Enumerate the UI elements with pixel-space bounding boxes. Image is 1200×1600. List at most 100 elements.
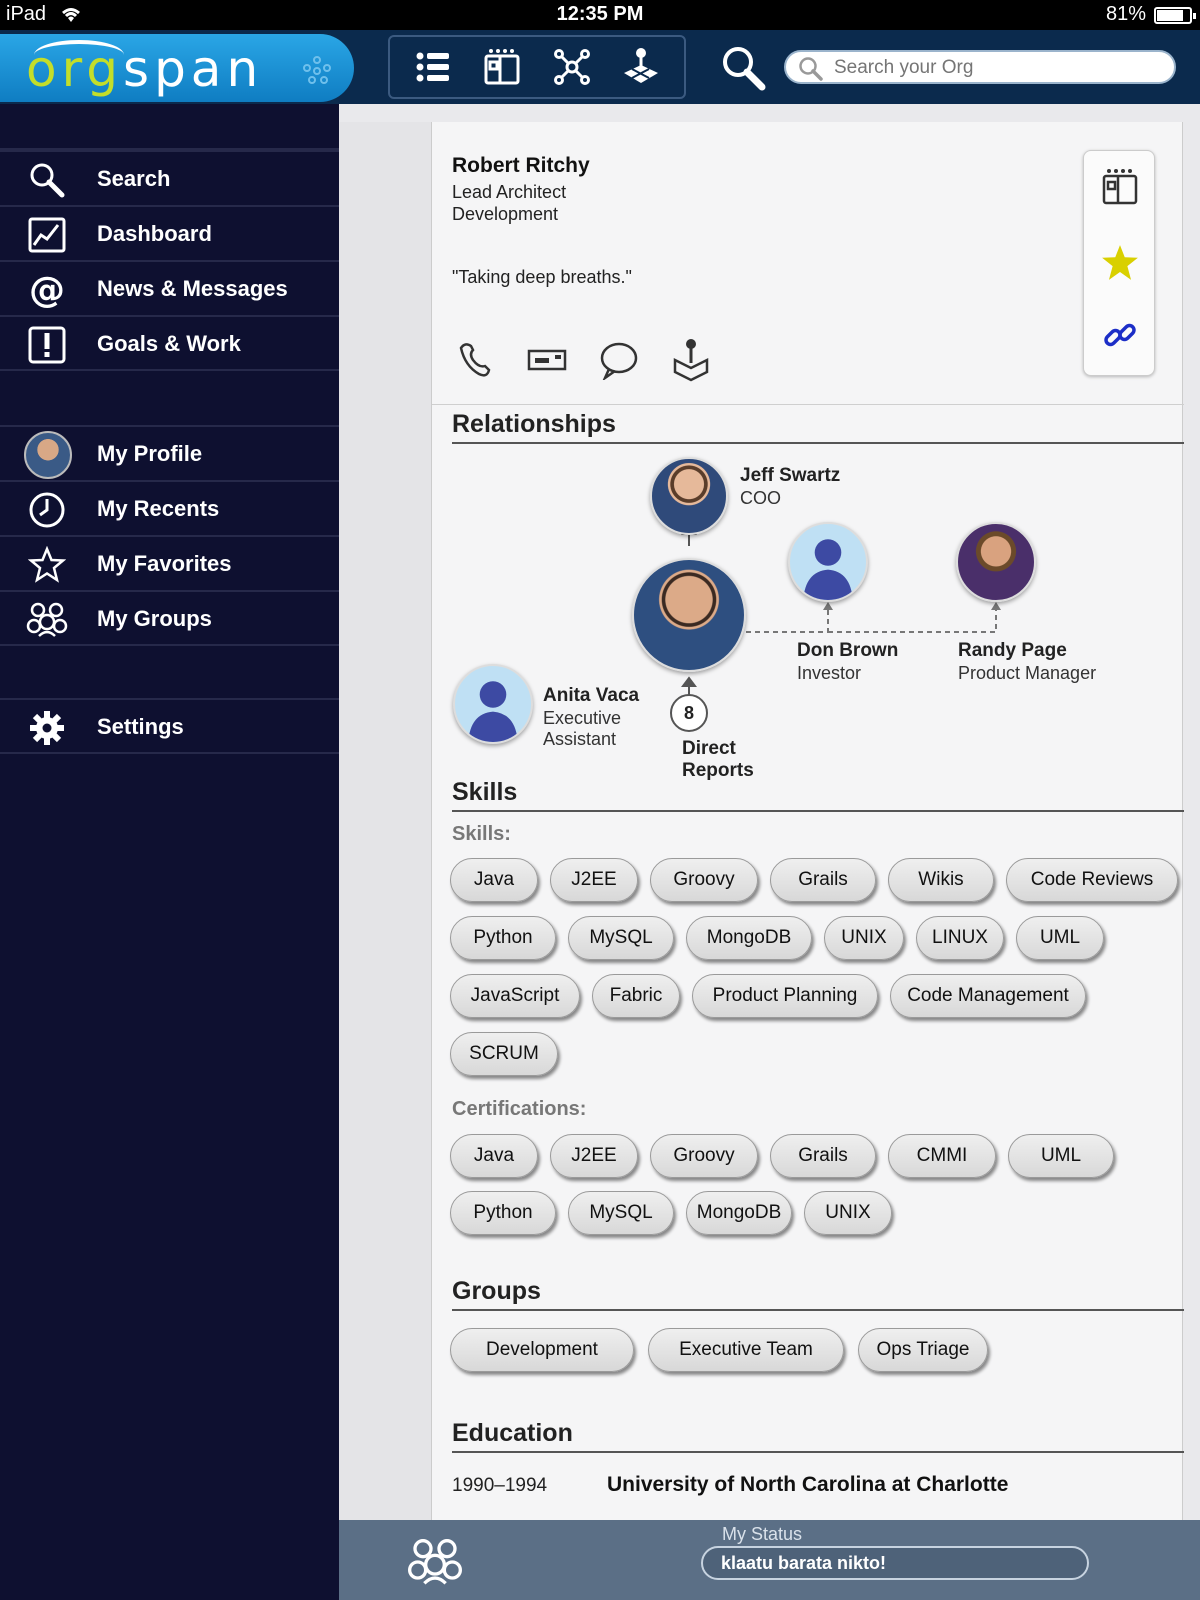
sidebar-item-settings[interactable]: Settings	[0, 698, 339, 752]
search-input[interactable]	[834, 54, 1164, 82]
profile-card: Robert Ritchy Lead Architect Development…	[431, 122, 1184, 1520]
manager-avatar	[650, 457, 728, 535]
peer-name: Randy Page	[958, 640, 1067, 661]
assistant-title: Assistant	[543, 729, 617, 749]
sidebar-item-goals[interactable]: Goals & Work	[0, 315, 339, 369]
assistant-avatar	[453, 664, 533, 744]
sidebar-item-news[interactable]: @ News & Messages	[0, 260, 339, 314]
sidebar-item-dashboard[interactable]: Dashboard	[0, 205, 339, 259]
education-title: Education	[452, 1419, 573, 1447]
tag-chip[interactable]: UNIX	[824, 916, 904, 960]
my-status-field[interactable]: klaatu barata nikto!	[701, 1546, 1089, 1580]
profile-name: Robert Ritchy	[452, 154, 590, 177]
sidebar-item-label: My Recents	[97, 496, 220, 521]
tag-chip[interactable]: Executive Team	[648, 1328, 844, 1372]
skills-title: Skills	[452, 778, 518, 806]
profile-side-actions	[1083, 150, 1155, 376]
battery-percent: 81%	[1105, 3, 1146, 25]
star-icon	[26, 544, 68, 586]
peer-avatar	[788, 522, 868, 602]
sidebar-item-label: News & Messages	[97, 276, 288, 301]
location-icon[interactable]	[668, 337, 714, 383]
tag-chip[interactable]: Java	[450, 858, 538, 902]
tag-chip[interactable]: JavaScript	[450, 974, 580, 1018]
favorite-star-icon[interactable]	[1096, 239, 1144, 287]
sidebar-divider	[0, 644, 339, 646]
tag-chip[interactable]: Java	[450, 1134, 538, 1178]
main-content: Robert Ritchy Lead Architect Development…	[339, 104, 1200, 1520]
ios-status-bar: iPad 12:35 PM 81%	[0, 0, 1200, 30]
battery-icon	[1154, 7, 1196, 24]
peer-title: Investor	[797, 663, 862, 683]
list-peek-strip	[339, 122, 431, 1520]
tag-chip[interactable]: Groovy	[650, 858, 758, 902]
tag-chip[interactable]: Python	[450, 1191, 556, 1235]
sidebar-nav: Search Dashboard @ News & Messages Goals…	[0, 104, 339, 1600]
sidebar-item-my-recents[interactable]: My Recents	[0, 480, 339, 534]
tag-chip[interactable]: J2EE	[550, 858, 638, 902]
sidebar-item-label: Settings	[97, 714, 184, 739]
relationships-title: Relationships	[452, 410, 616, 438]
sidebar-item-my-profile[interactable]: My Profile	[0, 425, 339, 479]
tag-chip[interactable]: Ops Triage	[858, 1328, 988, 1372]
tag-chip[interactable]: Grails	[770, 858, 876, 902]
email-icon[interactable]	[524, 337, 570, 383]
logo-network-icon	[303, 56, 331, 84]
view-switcher	[388, 35, 686, 99]
my-status-label: My Status	[722, 1524, 803, 1544]
card-view-icon[interactable]	[478, 43, 526, 91]
sidebar-item-label: My Favorites	[97, 551, 232, 576]
clock-icon	[26, 489, 68, 531]
tag-chip[interactable]: MongoDB	[686, 1191, 792, 1235]
link-icon[interactable]	[1096, 311, 1144, 359]
exclamation-icon	[26, 324, 68, 366]
tag-chip[interactable]: Fabric	[592, 974, 680, 1018]
at-icon: @	[26, 269, 68, 311]
search-field-icon	[799, 57, 823, 81]
tag-chip[interactable]: Python	[450, 916, 556, 960]
assistant-name: Anita Vaca	[543, 685, 640, 706]
sidebar-item-my-groups[interactable]: My Groups	[0, 590, 339, 644]
list-view-icon[interactable]	[409, 43, 457, 91]
tag-chip[interactable]: Code Reviews	[1006, 858, 1178, 902]
tag-chip[interactable]: Product Planning	[692, 974, 878, 1018]
chat-icon[interactable]	[596, 337, 642, 383]
tag-chip[interactable]: Code Management	[890, 974, 1086, 1018]
tag-chip[interactable]: UML	[1008, 1134, 1114, 1178]
sidebar-item-my-favorites[interactable]: My Favorites	[0, 535, 339, 589]
card-icon[interactable]	[1096, 163, 1144, 211]
assistant-title: Executive	[543, 708, 622, 728]
sidebar-divider	[0, 369, 339, 371]
tag-chip[interactable]: UML	[1016, 916, 1104, 960]
tag-chip[interactable]: MongoDB	[686, 916, 812, 960]
tag-chip[interactable]: SCRUM	[450, 1032, 558, 1076]
sidebar-item-search[interactable]: Search	[0, 150, 339, 204]
tag-chip[interactable]: Development	[450, 1328, 634, 1372]
groups-icon[interactable]	[407, 1534, 463, 1590]
map-view-icon[interactable]	[617, 43, 665, 91]
tag-chip[interactable]: Wikis	[888, 858, 994, 902]
phone-icon[interactable]	[452, 337, 498, 383]
tag-chip[interactable]: MySQL	[568, 916, 674, 960]
tag-chip[interactable]: MySQL	[568, 1191, 674, 1235]
tag-chip[interactable]: Grails	[770, 1134, 876, 1178]
section-rule	[452, 1309, 1184, 1311]
search-icon	[26, 159, 68, 201]
education-school: University of North Carolina at Charlott…	[607, 1473, 1009, 1496]
peer-avatar	[956, 522, 1036, 602]
manager-name: Jeff Swartz	[740, 465, 841, 486]
sidebar-item-label: Search	[97, 166, 171, 191]
tag-chip[interactable]: J2EE	[550, 1134, 638, 1178]
sidebar-item-label: Goals & Work	[97, 331, 241, 356]
current-person-avatar	[632, 558, 746, 672]
tag-chip[interactable]: LINUX	[916, 916, 1004, 960]
search-field[interactable]	[784, 50, 1176, 84]
manager-title: COO	[740, 488, 782, 508]
tag-chip[interactable]: UNIX	[804, 1191, 892, 1235]
sidebar-divider	[0, 752, 339, 754]
groups-icon	[26, 599, 68, 641]
network-view-icon[interactable]	[548, 43, 596, 91]
toolbar-search-icon[interactable]	[720, 44, 768, 92]
tag-chip[interactable]: CMMI	[888, 1134, 996, 1178]
tag-chip[interactable]: Groovy	[650, 1134, 758, 1178]
